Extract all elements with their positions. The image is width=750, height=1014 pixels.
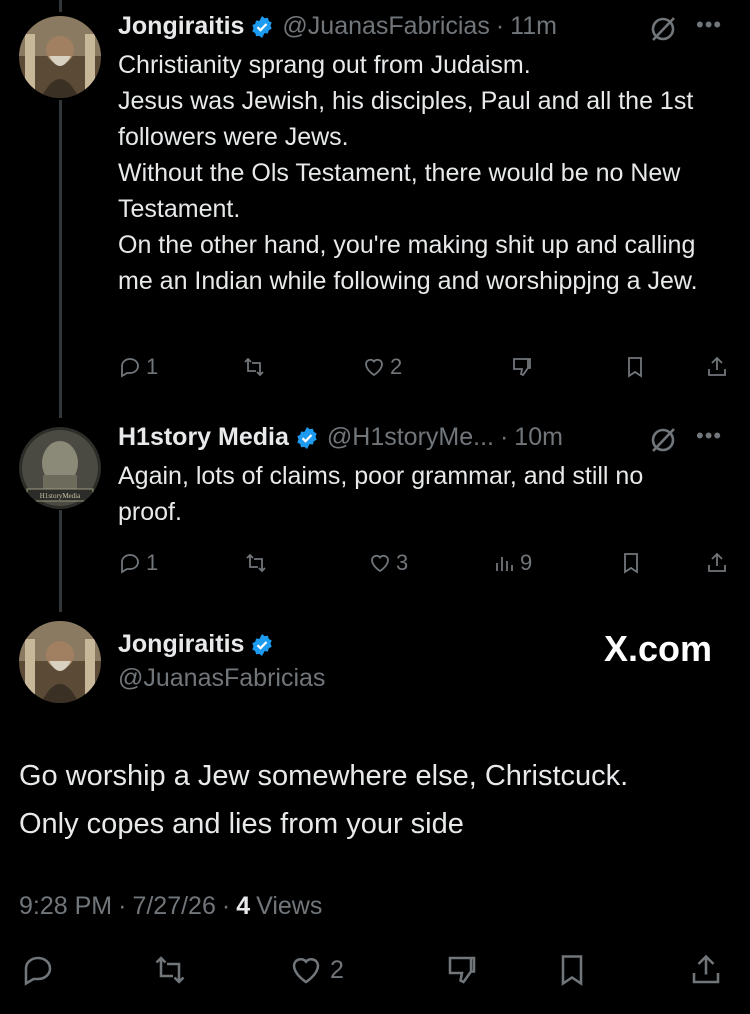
heart-icon — [292, 957, 320, 984]
author-name[interactable]: H1story Media — [118, 423, 289, 452]
separator-dot: · — [495, 12, 505, 40]
main-author-name-row: Jongiraitis — [118, 630, 282, 659]
like-count: 2 — [390, 354, 403, 379]
bookmark-icon — [624, 553, 638, 574]
bookmark-icon — [561, 955, 583, 986]
repost-button[interactable] — [244, 551, 268, 575]
avatar[interactable]: H1storyMedia — [19, 427, 101, 509]
avatar[interactable] — [19, 16, 101, 98]
xcom-brand-logo: X.com — [603, 628, 712, 669]
reply-icon — [24, 956, 52, 986]
author-handle[interactable]: @JuanasFabricias — [118, 664, 325, 693]
more-options-icon[interactable]: ••• — [696, 12, 722, 38]
like-button[interactable]: 2 — [362, 354, 402, 380]
tweet-time[interactable]: 10m — [514, 423, 563, 452]
repost-button[interactable] — [242, 355, 266, 379]
separator-dot: · — [221, 892, 231, 920]
reply-button[interactable]: 1 — [118, 354, 158, 380]
bookmark-button[interactable] — [619, 551, 643, 575]
main-tweet-actions: 2 — [0, 952, 750, 996]
tweet-time[interactable]: 9:28 PM — [19, 892, 112, 921]
heart-icon — [371, 554, 389, 573]
repost-icon — [244, 357, 264, 377]
thread-connector-line — [59, 0, 62, 12]
reply-button[interactable] — [20, 952, 56, 988]
reply-icon — [121, 358, 139, 378]
author-name[interactable]: Jongiraitis — [118, 12, 244, 41]
repost-button[interactable] — [152, 952, 188, 988]
share-button[interactable] — [688, 952, 724, 988]
separator-dot: · — [499, 423, 509, 451]
grok-icon[interactable] — [648, 14, 678, 44]
tweet-header: H1story Media @H1storyMe... · 10m — [118, 423, 563, 452]
grok-icon[interactable] — [648, 425, 678, 455]
repost-icon — [155, 956, 185, 984]
tweet-date[interactable]: 7/27/26 — [132, 892, 215, 921]
share-icon — [692, 954, 720, 984]
bookmark-button[interactable] — [554, 952, 590, 988]
avatar[interactable] — [19, 621, 101, 703]
share-button[interactable] — [705, 355, 729, 379]
dislike-icon — [448, 956, 476, 984]
verified-badge-icon — [297, 426, 317, 449]
verified-badge-icon — [252, 633, 273, 656]
reply-count: 1 — [146, 550, 159, 575]
views-count: 9 — [520, 550, 533, 575]
views-label: Views — [256, 892, 323, 920]
author-handle[interactable]: @JuanasFabricias — [282, 12, 489, 41]
tweet-text: Again, lots of claims, poor grammar, and… — [118, 462, 651, 526]
dislike-icon — [513, 358, 531, 377]
reply-button[interactable]: 1 — [118, 550, 158, 576]
downvote-button[interactable] — [444, 952, 480, 988]
like-count: 2 — [330, 955, 344, 984]
repost-icon — [246, 553, 266, 573]
main-tweet-text: Go worship a Jew somewhere else, Christc… — [19, 760, 629, 840]
thread-connector-line — [59, 100, 62, 418]
heart-icon — [365, 358, 383, 377]
like-count: 3 — [396, 550, 409, 575]
bookmark-button[interactable] — [623, 355, 647, 379]
reply-count: 1 — [146, 354, 159, 379]
views-button[interactable]: 9 — [492, 550, 532, 576]
like-button[interactable]: 3 — [368, 550, 408, 576]
views-chart-icon — [496, 557, 513, 571]
author-name[interactable]: Jongiraitis — [118, 630, 244, 659]
share-icon — [708, 552, 726, 572]
thread-connector-line — [59, 510, 62, 612]
downvote-button[interactable] — [510, 355, 534, 379]
tweet-actions: 1 2 — [118, 352, 730, 382]
share-button[interactable] — [705, 551, 729, 575]
views-count: 4 — [236, 892, 251, 920]
reply-icon — [121, 554, 139, 574]
tweet-actions: 1 3 9 — [118, 548, 730, 578]
tweet-meta: 9:28 PM · 7/27/26 · 4 Views — [19, 892, 322, 921]
author-handle[interactable]: @H1storyMe... — [327, 423, 494, 452]
bookmark-icon — [628, 357, 642, 378]
more-options-icon[interactable]: ••• — [696, 423, 722, 449]
separator-dot: · — [118, 892, 127, 920]
avatar-wordmark: H1storyMedia — [40, 492, 81, 500]
verified-badge-icon — [252, 15, 273, 38]
tweet-time[interactable]: 11m — [510, 12, 557, 41]
tweet-header: Jongiraitis @JuanasFabricias · 11m — [118, 12, 557, 41]
like-button[interactable]: 2 — [288, 952, 344, 988]
tweet-text: Christianity sprang out from Judaism. Je… — [118, 51, 698, 295]
share-icon — [708, 356, 726, 376]
